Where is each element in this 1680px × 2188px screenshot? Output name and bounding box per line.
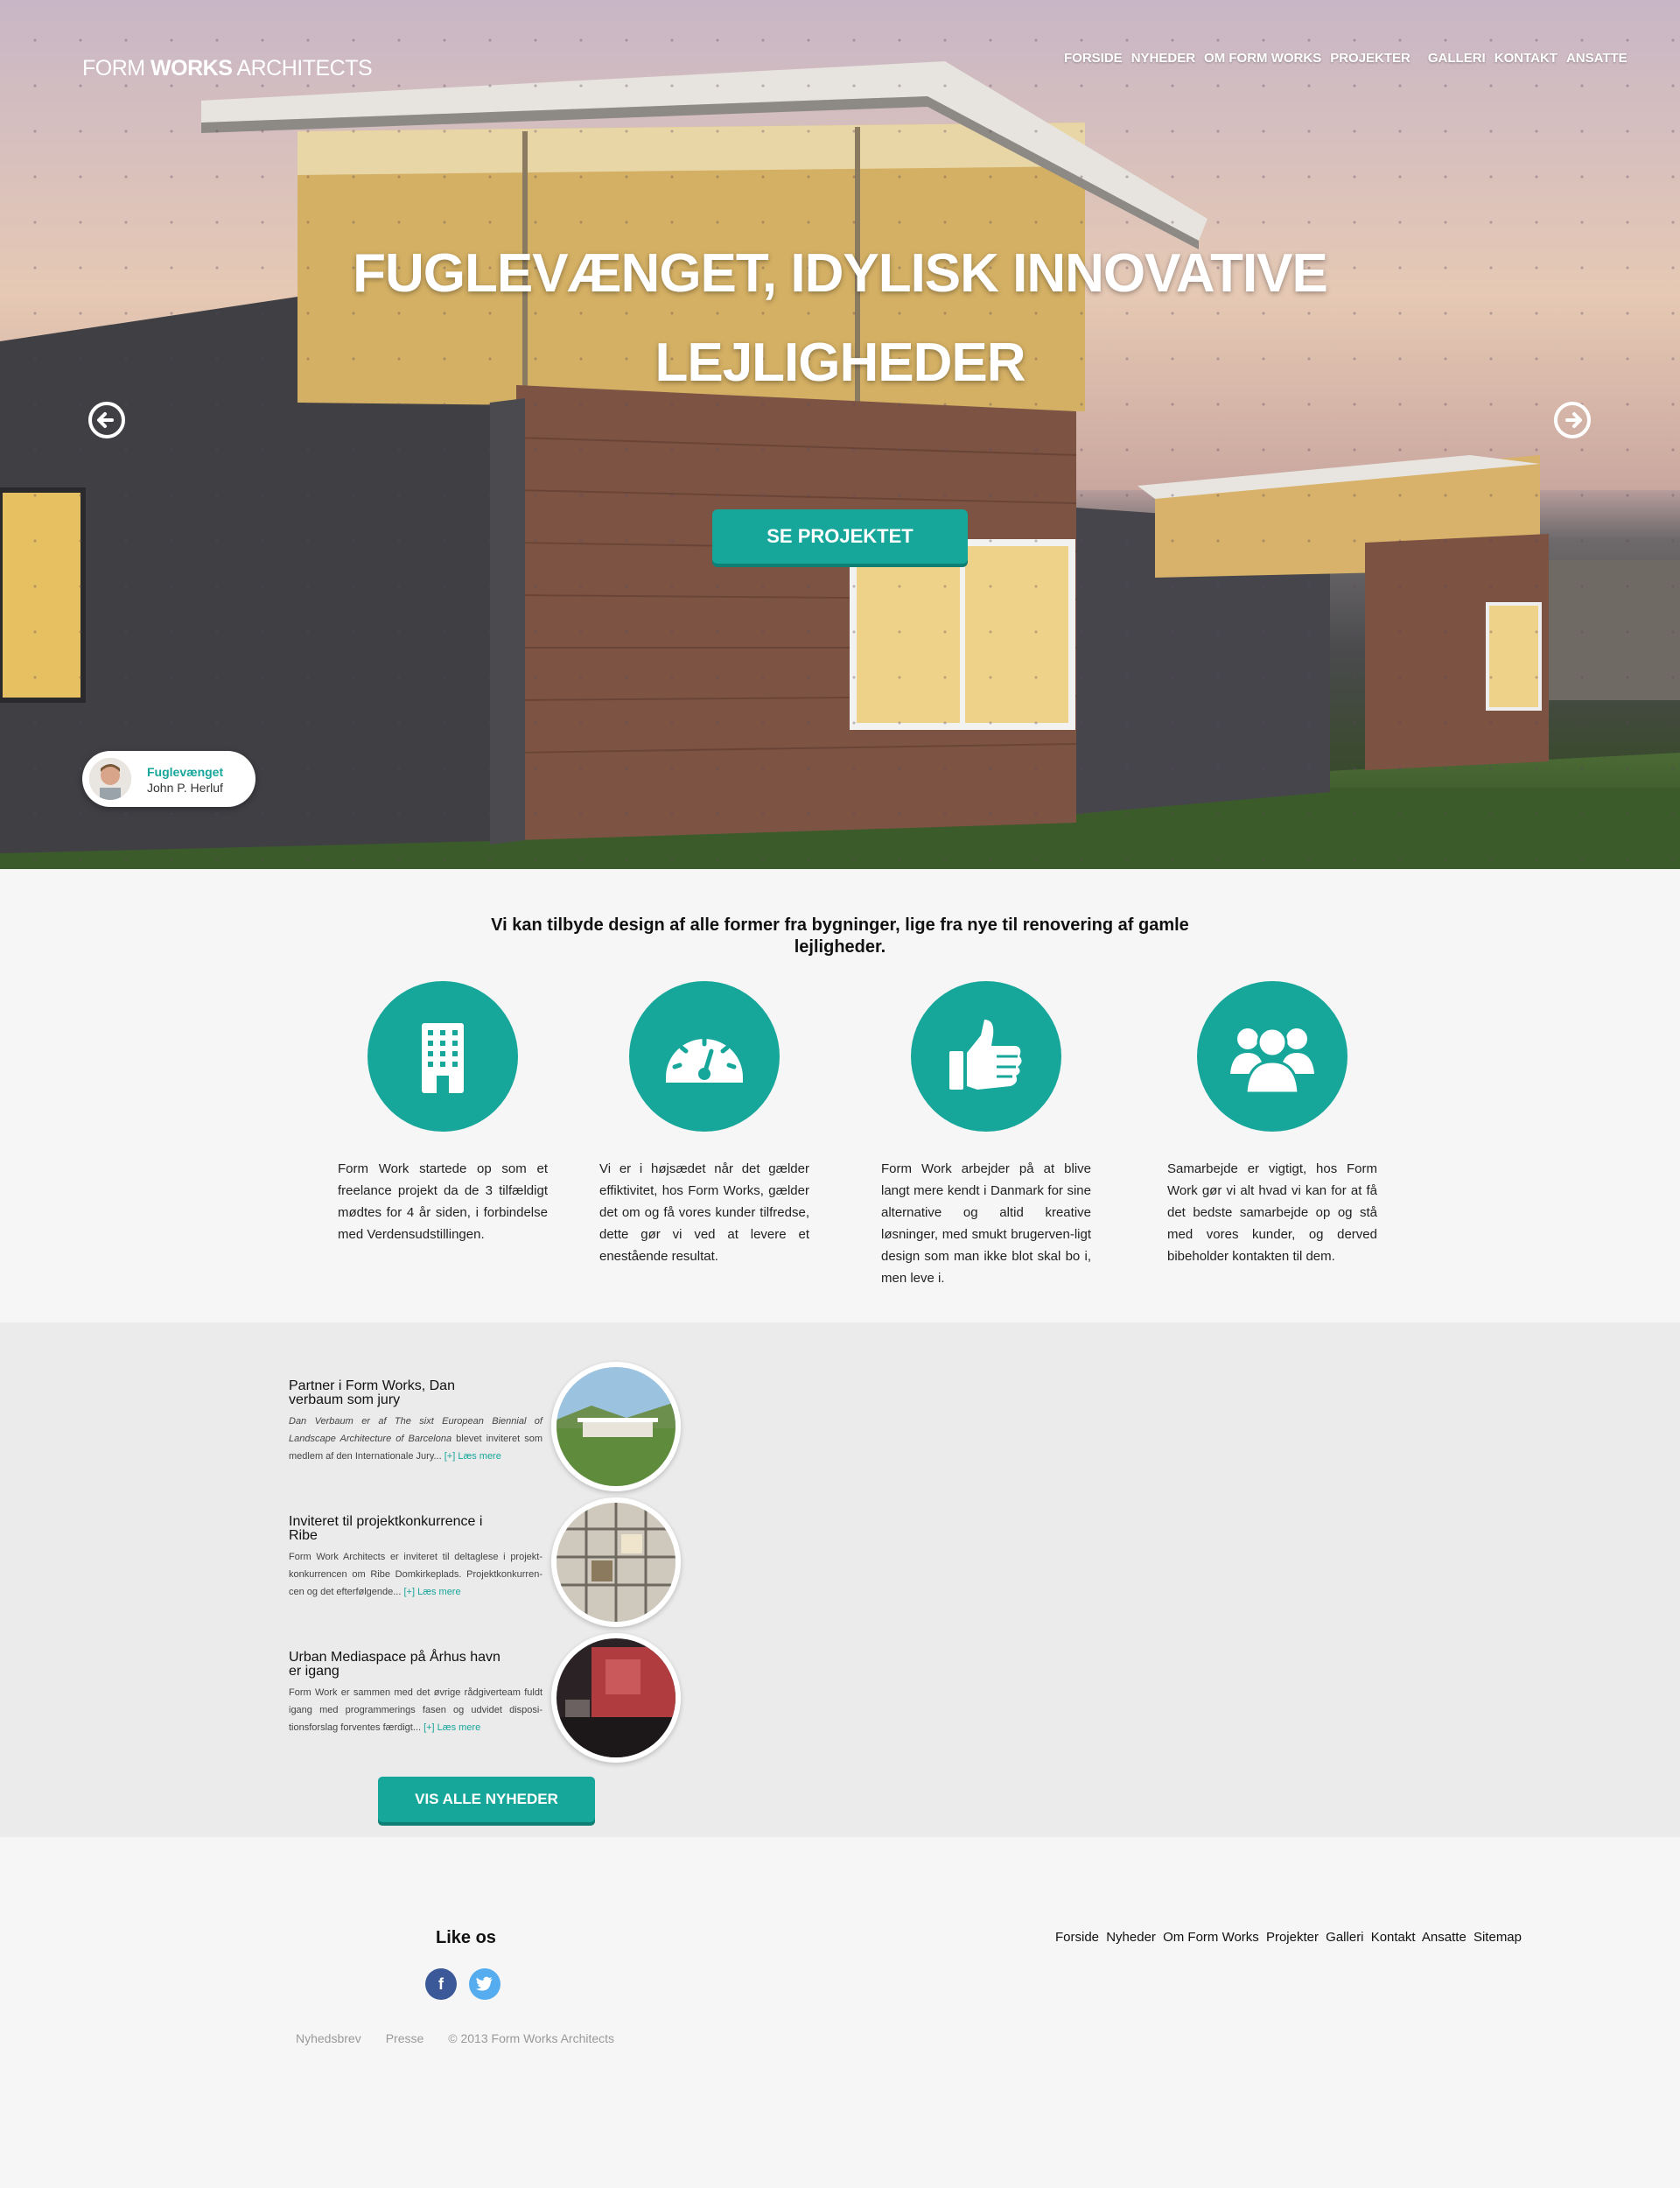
read-more-link[interactable]: [+] Læs mere — [421, 1722, 480, 1733]
news-thumbnail[interactable] — [551, 1497, 681, 1627]
read-more-link[interactable]: [+] Læs mere — [442, 1451, 501, 1462]
feature-text: Vi er i højsædet når det gælder effiktiv… — [599, 1161, 809, 1264]
all-news-button[interactable]: VIS ALLE NYHEDER — [378, 1777, 595, 1822]
news-item[interactable]: Partner i Form Works, Dan verbaum som ju… — [289, 1362, 681, 1491]
news-thumbnail[interactable] — [551, 1633, 681, 1763]
project-credit-badge[interactable]: Fuglevænget John P. Herluf — [82, 751, 256, 807]
features-section: Vi kan tilbyde design af alle former fra… — [0, 869, 1680, 1322]
news-thumbnail[interactable] — [551, 1362, 681, 1491]
avatar — [89, 758, 131, 800]
footer-nav-nyheder[interactable]: Nyheder — [1106, 1930, 1156, 1945]
credit-project-name: Fuglevænget — [147, 765, 224, 779]
feature-text: Form Work startede op som et freelance p… — [338, 1161, 548, 1242]
read-more-link[interactable]: [+] Læs mere — [401, 1587, 460, 1597]
building-icon — [368, 981, 518, 1132]
footer-nav-kontakt[interactable]: Kontakt — [1371, 1930, 1416, 1945]
arrow-left-circle-icon[interactable] — [88, 401, 126, 439]
features-intro: Vi kan tilbyde design af alle former fra… — [491, 915, 1189, 957]
footer-nav-ansatte[interactable]: Ansatte — [1422, 1930, 1466, 1945]
users-group-icon — [1197, 981, 1348, 1132]
press-link[interactable]: Presse — [386, 2031, 424, 2045]
footer: Like os f Forside Nyheder Om Form Works … — [0, 1837, 1680, 2188]
brand-logo[interactable]: FORM WORKS ARCHITECTS — [82, 56, 373, 81]
main-nav: FORSIDE NYHEDER OM FORM WORKS PROJEKTER … — [1064, 51, 1628, 66]
footer-nav-galleri[interactable]: Galleri — [1326, 1930, 1363, 1945]
nav-galleri[interactable]: GALLERI — [1428, 51, 1486, 66]
dot-grid-overlay — [0, 0, 1680, 869]
nav-forside[interactable]: FORSIDE — [1064, 51, 1123, 66]
news-title[interactable]: Urban Mediaspace på Århus havn er igang — [289, 1651, 508, 1679]
news-item[interactable]: Inviteret til projektkonkurrence i Ribe … — [289, 1497, 681, 1627]
facebook-icon[interactable]: f — [425, 1968, 457, 2000]
thumbs-up-icon — [911, 981, 1061, 1132]
footer-nav: Forside Nyheder Om Form Works Projekter … — [1055, 1930, 1525, 1945]
newsletter-link[interactable]: Nyhedsbrev — [296, 2031, 361, 2045]
nav-om-form-works[interactable]: OM FORM WORKS — [1204, 51, 1321, 66]
footer-nav-om-form-works[interactable]: Om Form Works — [1163, 1930, 1263, 1945]
feature-item: Samarbejde er vigtigt, hos Form Work gør… — [1167, 981, 1377, 1267]
news-item[interactable]: Urban Mediaspace på Århus havn er igang … — [289, 1633, 681, 1763]
like-us-heading: Like os — [436, 1928, 496, 1947]
nav-kontakt[interactable]: KONTAKT — [1494, 51, 1558, 66]
speedometer-icon — [629, 981, 780, 1132]
news-title[interactable]: Partner i Form Works, Dan verbaum som ju… — [289, 1379, 508, 1407]
news-excerpt: Dan Verbaum er af The sixt European Bien… — [289, 1416, 542, 1462]
feature-text: Form Work arbejder på at blive langt mer… — [881, 1161, 1091, 1286]
nav-nyheder[interactable]: NYHEDER — [1131, 51, 1195, 66]
see-project-button[interactable]: SE PROJEKTET — [712, 509, 968, 564]
nav-projekter[interactable]: PROJEKTER — [1330, 51, 1410, 66]
feature-item: Form Work arbejder på at blive langt mer… — [881, 981, 1091, 1289]
copyright: © 2013 Form Works Architects — [448, 2031, 615, 2045]
twitter-icon[interactable] — [469, 1968, 500, 2000]
credit-person-name: John P. Herluf — [147, 781, 223, 795]
feature-text: Samarbejde er vigtigt, hos Form Work gør… — [1167, 1161, 1377, 1264]
news-excerpt: Form Work Architects er inviteret til de… — [289, 1552, 542, 1597]
news-excerpt: Form Work er sammen med det øvrige rådgi… — [289, 1687, 542, 1733]
footer-nav-sitemap[interactable]: Sitemap — [1474, 1930, 1522, 1945]
news-section: Partner i Form Works, Dan verbaum som ju… — [0, 1322, 1680, 1837]
footer-bottom-links: Nyhedsbrev Presse © 2013 Form Works Arch… — [296, 2031, 614, 2045]
hero-title: FUGLEVÆNGET, IDYLISK INNOVATIVE LEJLIGHE… — [353, 243, 1328, 393]
arrow-right-circle-icon[interactable] — [1553, 401, 1592, 439]
hero-slider: FORM WORKS ARCHITECTS FORSIDE NYHEDER OM… — [0, 0, 1680, 869]
footer-nav-forside[interactable]: Forside — [1055, 1930, 1099, 1945]
feature-item: Form Work startede op som et freelance p… — [338, 981, 548, 1245]
footer-nav-projekter[interactable]: Projekter — [1266, 1930, 1319, 1945]
feature-item: Vi er i højsædet når det gælder effiktiv… — [599, 981, 809, 1267]
nav-ansatte[interactable]: ANSATTE — [1566, 51, 1628, 66]
news-title[interactable]: Inviteret til projektkonkurrence i Ribe — [289, 1515, 508, 1543]
